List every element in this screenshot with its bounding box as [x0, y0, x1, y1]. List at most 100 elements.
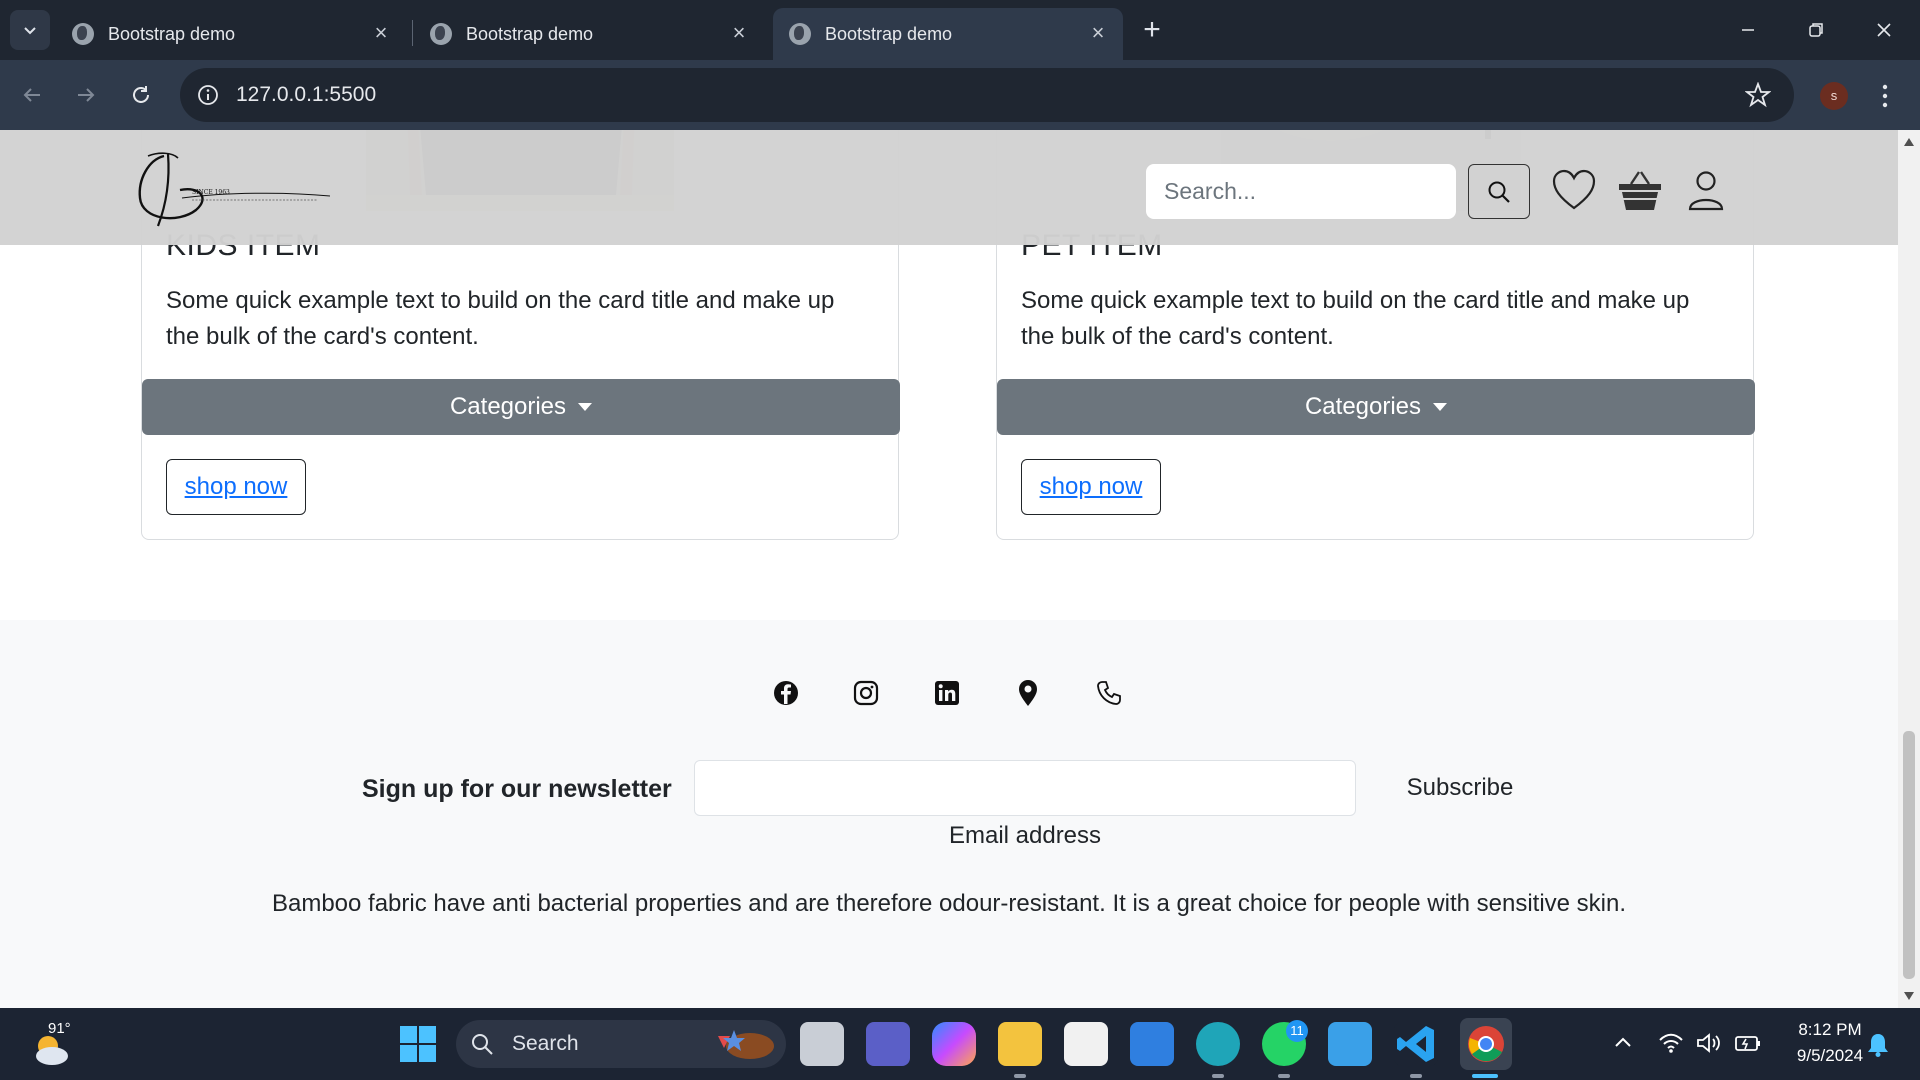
address-bar[interactable]: 127.0.0.1:5500	[180, 68, 1794, 122]
email-field[interactable]	[694, 760, 1356, 816]
forward-button[interactable]	[66, 75, 106, 115]
subscribe-button[interactable]: Subscribe	[1390, 766, 1530, 810]
search-icon	[472, 1034, 493, 1055]
dropdown-label: Categories	[449, 393, 567, 420]
categories-dropdown[interactable]: Categories	[142, 379, 900, 435]
speaker-icon[interactable]	[1696, 1032, 1722, 1054]
url-text[interactable]: 127.0.0.1:5500	[236, 68, 376, 122]
brand-logo[interactable]: SINCE 1963	[118, 150, 330, 228]
reload-icon	[133, 86, 149, 103]
minimize-icon	[1742, 29, 1754, 31]
weather-temperature[interactable]: 91°	[48, 1020, 71, 1037]
card-text: Some quick example text to build on the …	[166, 287, 835, 350]
shop-now-button[interactable]: shop now	[1021, 459, 1161, 515]
email-field-label: Email address	[948, 822, 1102, 849]
photos-icon[interactable]	[1328, 1022, 1372, 1066]
tab-title: Bootstrap demo	[108, 23, 236, 44]
heart-icon	[1552, 169, 1596, 210]
wishlist-button[interactable]	[1550, 166, 1598, 214]
restore-icon	[1809, 23, 1823, 37]
windows-taskbar: 91° Search 11 8:12 PM 9/5/2024	[0, 1008, 1920, 1080]
scroll-down-arrow-icon[interactable]	[1904, 992, 1914, 1000]
footer-note: Bamboo fabric have anti bacterial proper…	[271, 890, 1627, 917]
cart-button[interactable]	[1616, 166, 1664, 214]
phone-icon[interactable]	[1094, 678, 1124, 708]
chevron-down-icon	[24, 27, 36, 35]
linkedin-icon[interactable]	[932, 678, 962, 708]
search-highlight-icon	[718, 1030, 774, 1059]
instagram-icon[interactable]	[851, 678, 881, 708]
globe-icon	[72, 23, 94, 45]
person-icon	[1688, 171, 1724, 211]
search-button[interactable]	[1468, 164, 1530, 219]
kebab-menu-icon[interactable]	[1876, 82, 1894, 110]
teams-icon[interactable]	[866, 1022, 910, 1066]
browser-tab[interactable]: Bootstrap demo ×	[56, 8, 406, 60]
account-button[interactable]	[1682, 166, 1730, 214]
new-tab-button[interactable]: +	[1136, 12, 1168, 48]
close-icon[interactable]: ×	[728, 22, 750, 44]
edge-icon[interactable]	[1196, 1022, 1240, 1066]
basket-icon	[1619, 171, 1661, 210]
file-explorer-icon[interactable]	[998, 1022, 1042, 1066]
location-pin-icon[interactable]	[1013, 678, 1043, 708]
bookmark-star-icon[interactable]	[1745, 82, 1771, 108]
chrome-taskbar-button[interactable]	[1460, 1018, 1512, 1070]
search-input[interactable]: Search...	[1146, 164, 1456, 219]
back-button[interactable]	[12, 75, 52, 115]
arrow-left-icon	[23, 88, 40, 102]
chrome-icon	[1468, 1026, 1504, 1062]
profile-avatar[interactable]: s	[1820, 82, 1848, 110]
site-info-icon[interactable]	[196, 83, 220, 107]
reload-button[interactable]	[121, 75, 161, 115]
page-viewport: KIDS ITEM Some quick example text to bui…	[0, 130, 1898, 1008]
copilot-icon[interactable]	[932, 1022, 976, 1066]
battery-icon[interactable]	[1734, 1032, 1762, 1054]
wifi-icon[interactable]	[1658, 1032, 1684, 1054]
browser-toolbar: 127.0.0.1:5500 s	[0, 60, 1920, 130]
site-footer: Sign up for our newsletter Email address…	[0, 620, 1898, 1008]
clock-date[interactable]: 9/5/2024	[1780, 1046, 1880, 1066]
facebook-icon[interactable]	[771, 678, 801, 708]
close-icon[interactable]: ×	[1087, 22, 1109, 44]
dropdown-label: Categories	[1304, 393, 1422, 420]
app-running-indicator	[1212, 1074, 1224, 1078]
caret-down-icon	[1433, 403, 1448, 411]
minimize-button[interactable]	[1726, 8, 1770, 52]
scrollbar-thumb[interactable]	[1898, 726, 1920, 984]
close-window-button[interactable]	[1862, 8, 1906, 52]
app-running-indicator	[1014, 1074, 1026, 1078]
tab-search-button[interactable]	[10, 10, 50, 50]
tab-title: Bootstrap demo	[466, 23, 594, 44]
caret-down-icon	[578, 403, 593, 411]
restore-button[interactable]	[1794, 8, 1838, 52]
close-icon	[1877, 23, 1891, 37]
app-running-indicator	[1410, 1074, 1422, 1078]
chevron-up-icon[interactable]	[1614, 1036, 1632, 1048]
microsoft-store-icon[interactable]	[1064, 1022, 1108, 1066]
logo-tagline: SINCE 1963	[192, 189, 230, 196]
taskbar-search-label: Search	[512, 1032, 579, 1055]
tab-separator	[412, 20, 413, 46]
tab-title: Bootstrap demo	[825, 23, 953, 44]
whatsapp-badge: 11	[1286, 1020, 1308, 1042]
browser-tab-active[interactable]: Bootstrap demo ×	[773, 8, 1123, 60]
vscode-icon[interactable]	[1394, 1022, 1438, 1066]
card-text: Some quick example text to build on the …	[1021, 287, 1690, 350]
scroll-up-arrow-icon[interactable]	[1904, 138, 1914, 146]
task-view-icon[interactable]	[800, 1022, 844, 1066]
app-active-indicator	[1472, 1074, 1498, 1078]
categories-dropdown[interactable]: Categories	[997, 379, 1755, 435]
taskbar-search[interactable]: Search	[456, 1020, 786, 1068]
globe-icon	[430, 23, 452, 45]
browser-tab[interactable]: Bootstrap demo ×	[414, 8, 764, 60]
browser-tab-strip: Bootstrap demo × Bootstrap demo × Bootst…	[0, 0, 1920, 60]
globe-icon	[789, 23, 811, 45]
arrow-right-icon	[78, 88, 95, 102]
notification-bell-icon[interactable]	[1866, 1032, 1890, 1058]
clock-time[interactable]: 8:12 PM	[1780, 1020, 1880, 1040]
mail-icon[interactable]	[1130, 1022, 1174, 1066]
windows-start-icon[interactable]	[400, 1026, 436, 1062]
shop-now-button[interactable]: shop now	[166, 459, 306, 515]
close-icon[interactable]: ×	[370, 22, 392, 44]
